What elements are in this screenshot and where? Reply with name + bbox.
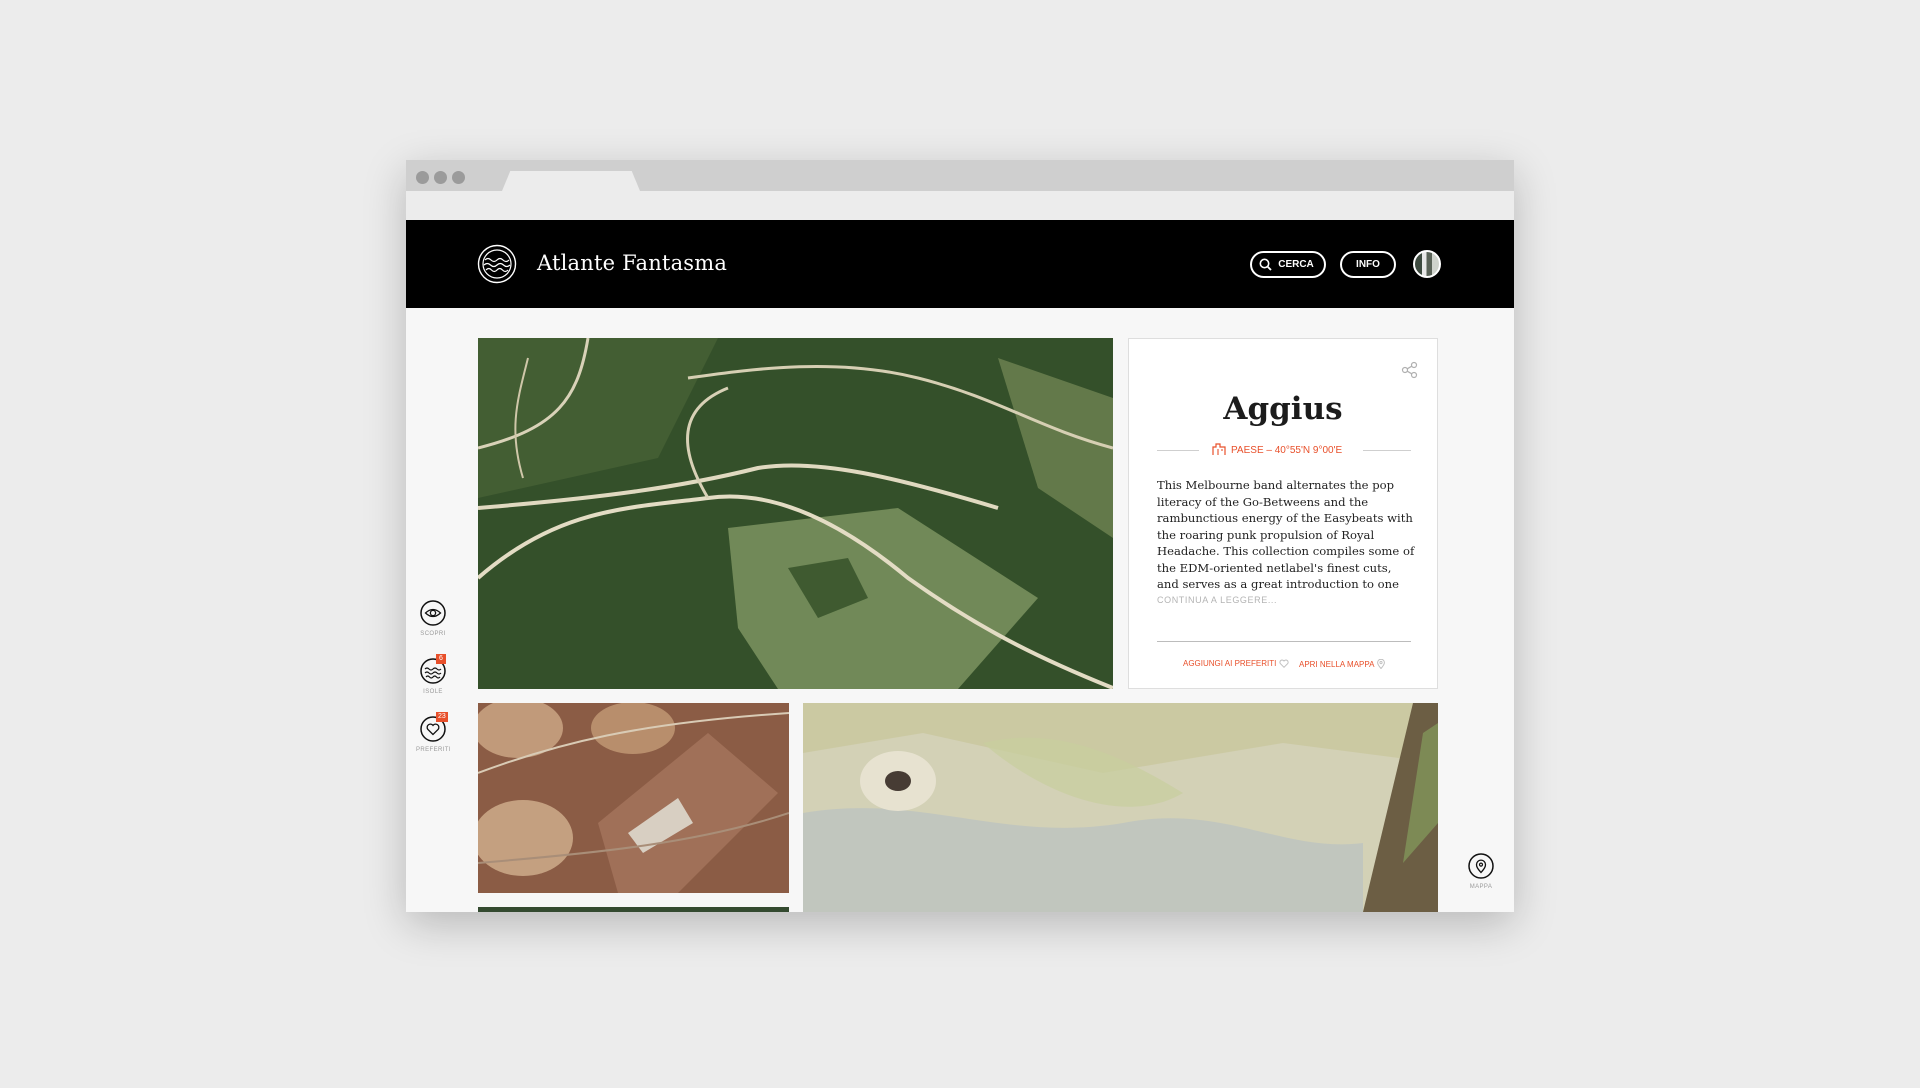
place-title: Aggius: [1223, 391, 1343, 427]
share-icon[interactable]: [1401, 361, 1419, 379]
window-minimize-dot[interactable]: [434, 171, 447, 184]
sidenav-item-isole[interactable]: 6 ISOLE: [416, 654, 450, 695]
heart-outline-icon: [1279, 659, 1289, 669]
sidenav-label-scopri: SCOPRI: [420, 631, 446, 637]
map-button-label: MAPPA: [1469, 884, 1493, 890]
browser-window: Atlante Fantasma CERCA INFO Aggius PAESE…: [406, 160, 1514, 912]
aerial-image-forest-partial[interactable]: [478, 907, 789, 912]
add-to-favorites-button[interactable]: AGGIUNGI AI PREFERITI: [1183, 659, 1289, 669]
sidenav-label-preferiti: PREFERITI: [416, 747, 451, 753]
site-title[interactable]: Atlante Fantasma: [537, 251, 727, 275]
add-to-favorites-label: AGGIUNGI AI PREFERITI: [1183, 659, 1277, 668]
aerial-image-aggius[interactable]: [478, 338, 1113, 689]
place-meta: PAESE – 40°55'N 9°00'E: [1157, 443, 1411, 457]
map-button[interactable]: MAPPA: [1464, 853, 1498, 890]
meta-divider-right: [1363, 450, 1411, 451]
read-more-link[interactable]: CONTINUA A LEGGERE...: [1157, 595, 1277, 605]
site-header: Atlante Fantasma CERCA INFO: [406, 220, 1514, 308]
map-pin-small-icon: [1377, 658, 1386, 670]
search-icon: [1259, 258, 1272, 271]
town-icon: [1212, 443, 1226, 455]
aerial-image-fields[interactable]: [478, 703, 789, 893]
user-avatar[interactable]: [1413, 250, 1441, 278]
isole-count-badge: 6: [436, 654, 446, 664]
browser-chrome: [406, 160, 1514, 220]
aerial-image-salt-flat[interactable]: [803, 703, 1438, 912]
sidenav-item-preferiti[interactable]: 23 PREFERITI: [416, 712, 451, 753]
place-coordinates: PAESE – 40°55'N 9°00'E: [1231, 445, 1343, 456]
preferiti-count-badge: 23: [436, 712, 448, 722]
eye-icon: [420, 600, 446, 626]
meta-divider-left: [1157, 450, 1199, 451]
search-button-label: CERCA: [1278, 259, 1314, 270]
search-button[interactable]: CERCA: [1250, 251, 1326, 278]
browser-tab[interactable]: [502, 171, 640, 191]
map-pin-icon: [1468, 853, 1494, 879]
place-description: This Melbourne band alternates the pop l…: [1157, 478, 1415, 591]
waves-circle-logo-icon[interactable]: [477, 244, 517, 284]
info-button-label: INFO: [1356, 259, 1380, 270]
open-in-map-button[interactable]: APRI NELLA MAPPA: [1299, 658, 1386, 670]
place-meta-text: PAESE – 40°55'N 9°00'E: [1212, 443, 1342, 458]
open-in-map-label: APRI NELLA MAPPA: [1299, 660, 1375, 669]
sidenav-item-scopri[interactable]: SCOPRI: [416, 600, 450, 637]
card-divider: [1157, 641, 1411, 642]
window-maximize-dot[interactable]: [452, 171, 465, 184]
place-detail-card: Aggius PAESE – 40°55'N 9°00'E This Melbo…: [1128, 338, 1438, 689]
window-close-dot[interactable]: [416, 171, 429, 184]
info-button[interactable]: INFO: [1340, 251, 1396, 278]
sidenav-label-isole: ISOLE: [423, 689, 443, 695]
